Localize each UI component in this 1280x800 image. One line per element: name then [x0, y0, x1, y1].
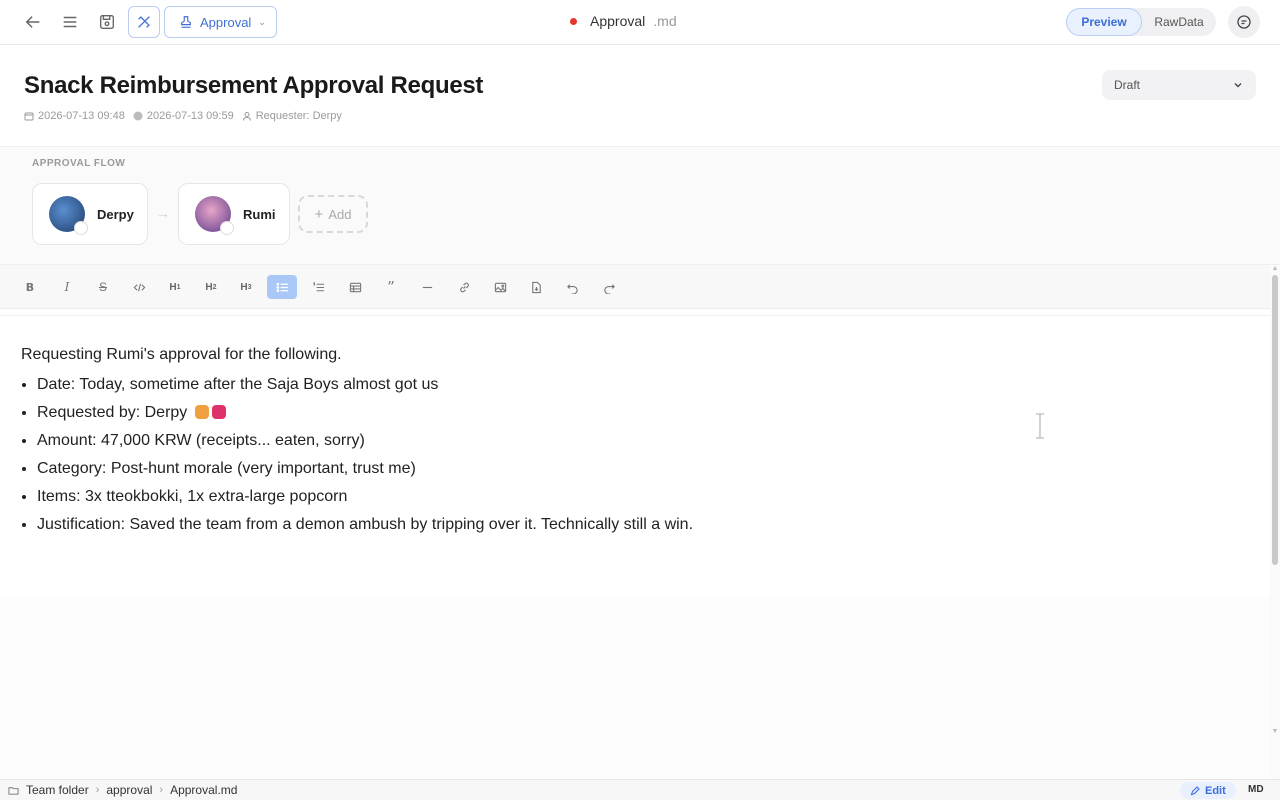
editor-content[interactable]: Requesting Rumi's approval for the follo…	[0, 315, 1270, 597]
back-arrow-icon[interactable]	[18, 7, 48, 37]
status-label: Draft	[1114, 78, 1141, 92]
list-item: Justification: Saved the team from a dem…	[37, 514, 693, 542]
heading3-icon[interactable]: H3	[231, 275, 261, 299]
preview-button[interactable]: Preview	[1066, 8, 1142, 36]
breadcrumb-item-team-folder[interactable]: Team folder	[26, 783, 89, 797]
heading1-icon[interactable]: H1	[160, 275, 190, 299]
list-item: Category: Post-hunt morale (very importa…	[37, 458, 693, 486]
comments-button[interactable]	[1228, 6, 1260, 38]
status-bar: Team folder › approval › Approval.md Edi…	[0, 779, 1280, 800]
list-item: Amount: 47,000 KRW (receipts... eaten, s…	[37, 430, 693, 458]
view-mode-toggle: Preview RawData	[1066, 8, 1216, 36]
redo-icon[interactable]	[594, 275, 624, 299]
italic-icon[interactable]: I	[52, 275, 82, 299]
editor-toolbar: B I S H1 H2 H3 ”	[0, 265, 1270, 309]
user-icon	[242, 112, 251, 121]
created-date: 2026-07-13 09:48	[24, 110, 125, 122]
list-item-text: Category: Post-hunt morale (very importa…	[37, 460, 416, 477]
list-item: Date: Today, sometime after the Saja Boy…	[37, 374, 693, 402]
chat-bubble-icon	[1237, 15, 1251, 29]
image-icon[interactable]	[485, 275, 515, 299]
page-title: Snack Reimbursement Approval Request	[24, 72, 484, 99]
modified-date: 2026-07-13 09:59	[133, 110, 234, 122]
strikethrough-icon[interactable]: S	[88, 275, 118, 299]
list-item-text: Date: Today, sometime after the Saja Boy…	[37, 376, 439, 393]
approver-card-derpy[interactable]: Derpy	[32, 183, 148, 245]
breadcrumb: Team folder › approval › Approval.md	[8, 783, 237, 797]
list-item: Requested by: Derpy	[37, 402, 693, 430]
file-icon[interactable]	[521, 275, 551, 299]
table-icon[interactable]	[340, 275, 370, 299]
bold-icon[interactable]: B	[15, 275, 45, 299]
edit-label: Edit	[1205, 784, 1226, 797]
text-cursor-icon	[1036, 413, 1044, 439]
rawdata-button[interactable]: RawData	[1142, 8, 1216, 36]
approval-flow-panel: APPROVAL FLOW Derpy → Rumi + Add	[0, 146, 1280, 265]
requester-text: Requester: Derpy	[255, 110, 342, 122]
intro-text: Requesting Rumi's approval for the follo…	[21, 346, 342, 363]
avatar	[195, 196, 234, 235]
requester-info: Requester: Derpy	[242, 110, 342, 122]
heading2-icon[interactable]: H2	[196, 275, 226, 299]
breadcrumb-item-approval[interactable]: approval	[106, 783, 152, 797]
document-type-dropdown[interactable]: Approval ⌄	[164, 6, 277, 38]
status-dropdown[interactable]: Draft	[1102, 70, 1256, 100]
document-name: Approval	[590, 13, 646, 29]
arrow-right-icon: →	[156, 205, 170, 221]
calendar-icon	[24, 112, 34, 121]
scroll-up-icon[interactable]: ▲	[1271, 265, 1279, 273]
list-item-text: Requested by: Derpy	[37, 404, 188, 421]
list-item-text: Justification: Saved the team from a dem…	[37, 516, 694, 533]
approval-status-badge	[220, 221, 234, 235]
list-item-text: Items: 3x tteokbokki, 1x extra-large pop…	[37, 488, 348, 505]
avatar	[49, 196, 88, 235]
stamp-icon	[181, 16, 191, 28]
editor-empty-area[interactable]	[0, 597, 1270, 779]
format-label: MD	[1248, 784, 1264, 795]
approval-status-badge	[74, 221, 88, 235]
edit-button[interactable]: Edit	[1180, 782, 1236, 799]
quote-icon[interactable]: ”	[376, 275, 406, 299]
scroll-down-icon[interactable]: ▼	[1271, 728, 1279, 736]
tools-toggle-icon[interactable]	[128, 6, 160, 38]
code-icon[interactable]	[124, 275, 154, 299]
modified-date-text: 2026-07-13 09:59	[146, 110, 234, 122]
unsaved-indicator	[570, 17, 577, 25]
menu-icon[interactable]	[55, 7, 85, 37]
list-item: Items: 3x tteokbokki, 1x extra-large pop…	[37, 486, 693, 514]
top-bar: Approval ⌄ Approval .md Preview RawData	[0, 0, 1280, 45]
scrollbar-thumb[interactable]	[1272, 275, 1278, 565]
approver-name: Derpy	[97, 206, 134, 222]
chevron-right-icon: ›	[95, 784, 100, 796]
document-meta: 2026-07-13 09:48 2026-07-13 09:59 Reques…	[24, 110, 342, 122]
plus-icon: +	[314, 205, 324, 223]
divider-icon[interactable]	[412, 275, 442, 299]
undo-icon[interactable]	[557, 275, 587, 299]
tiger-emoji-icon	[194, 405, 209, 419]
approver-name: Rumi	[243, 206, 276, 222]
document-title: Approval .md	[570, 13, 677, 29]
breadcrumb-item-file[interactable]: Approval.md	[170, 783, 237, 797]
chevron-down-icon	[1234, 83, 1242, 88]
chevron-down-icon: ⌄	[258, 16, 266, 27]
link-icon[interactable]	[449, 275, 479, 299]
pencil-icon	[1190, 785, 1200, 795]
list-item-text: Amount: 47,000 KRW (receipts... eaten, s…	[37, 432, 365, 449]
boot-emoji-icon	[211, 405, 226, 419]
folder-icon	[8, 786, 19, 795]
created-date-text: 2026-07-13 09:48	[38, 110, 125, 122]
save-icon[interactable]	[92, 7, 122, 37]
add-approver-button[interactable]: + Add	[298, 195, 368, 233]
chevron-right-icon: ›	[159, 784, 164, 796]
add-approver-label: Add	[328, 206, 352, 222]
approver-card-rumi[interactable]: Rumi	[178, 183, 290, 245]
document-extension: .md	[653, 13, 677, 29]
clock-icon	[133, 111, 143, 121]
request-details-list: Date: Today, sometime after the Saja Boy…	[37, 374, 693, 542]
approval-flow-label: APPROVAL FLOW	[32, 158, 126, 169]
ordered-list-icon[interactable]	[303, 275, 333, 299]
bullet-list-icon[interactable]	[267, 275, 297, 299]
document-type-label: Approval	[200, 14, 252, 30]
